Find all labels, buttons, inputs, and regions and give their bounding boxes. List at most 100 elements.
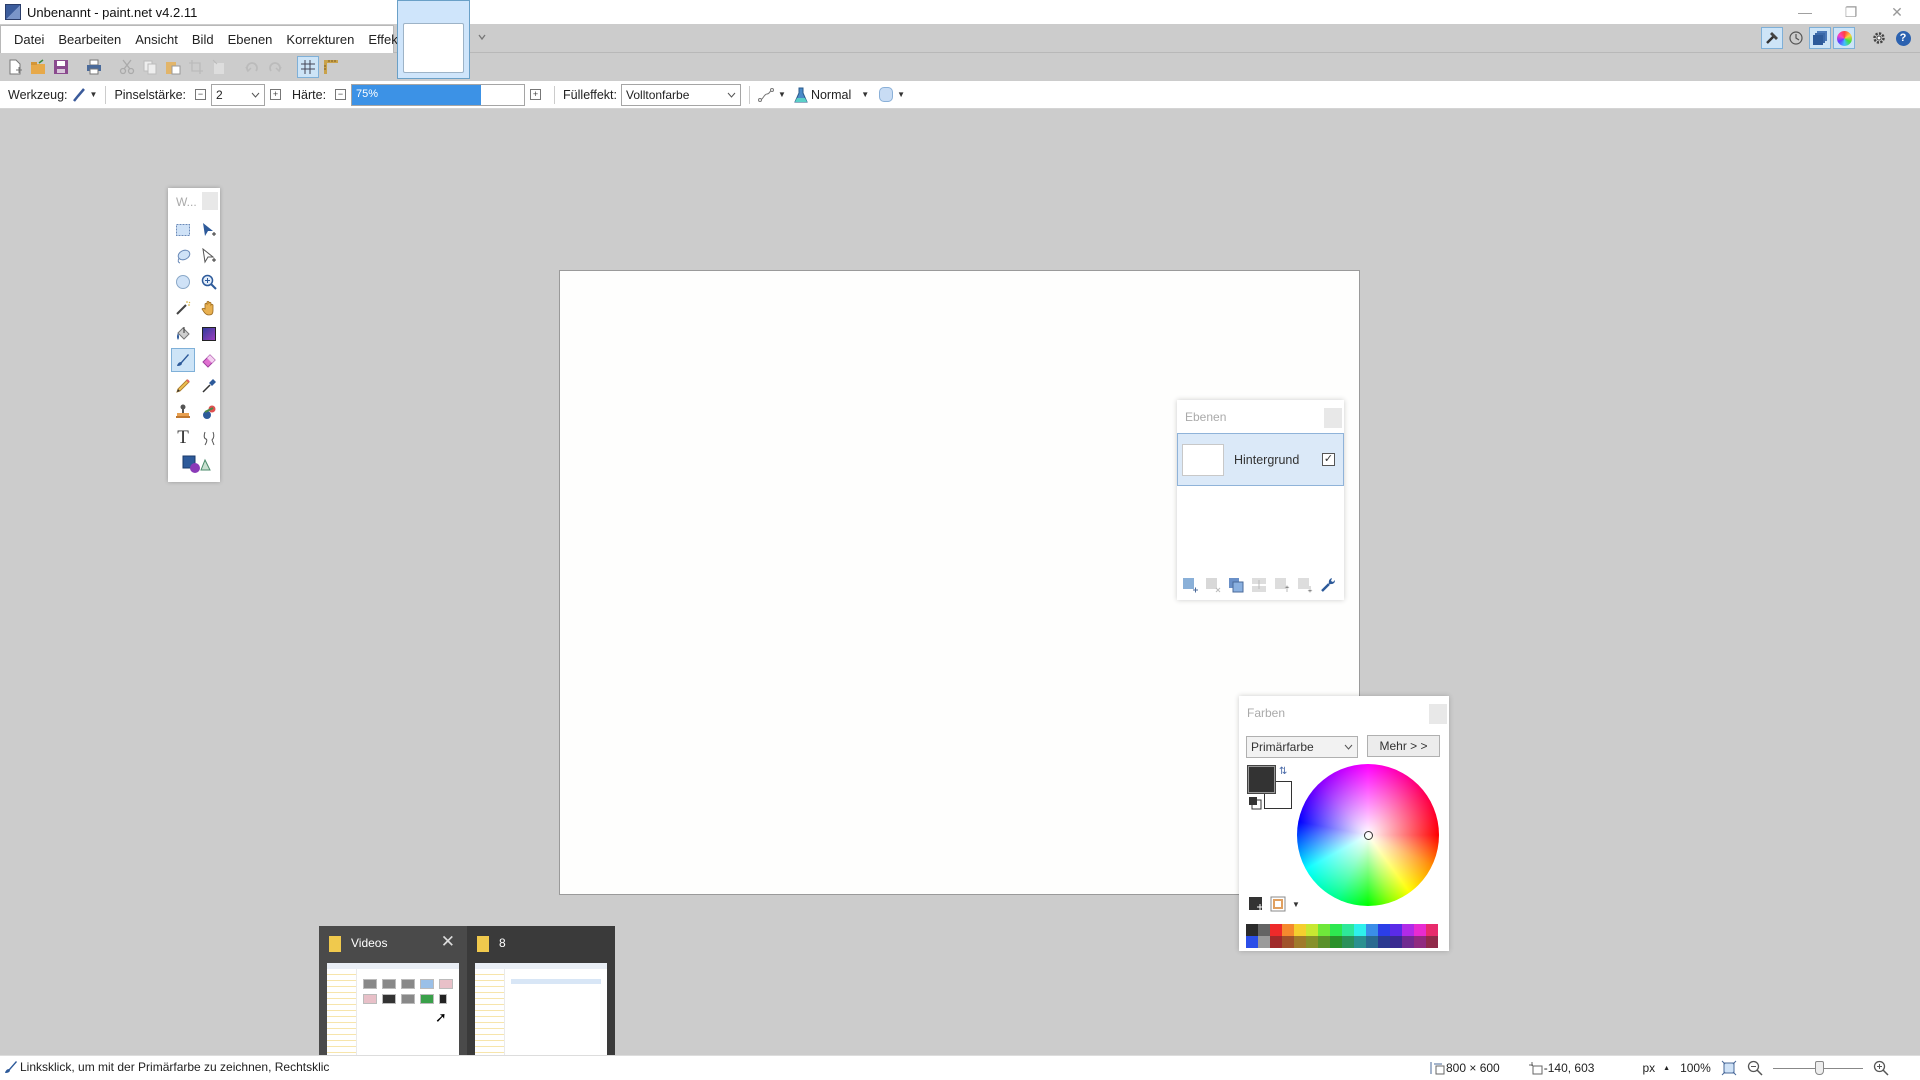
palette-swatch[interactable]	[1246, 936, 1258, 948]
palette-swatch[interactable]	[1294, 936, 1306, 948]
minimize-button[interactable]: —	[1782, 0, 1828, 24]
image-tab-thumbnail[interactable]	[397, 0, 470, 79]
palette-menu-icon[interactable]	[1270, 896, 1286, 912]
palette-swatch[interactable]	[1318, 924, 1330, 936]
move-layer-down-icon[interactable]	[1295, 575, 1314, 594]
brush-width-select[interactable]: 2	[211, 83, 265, 106]
alpha-blending-selector[interactable]: ▼	[879, 87, 905, 102]
text-tool-icon[interactable]: T	[171, 426, 195, 450]
redo-icon[interactable]	[264, 56, 286, 78]
layer-visibility-checkbox[interactable]: ✓	[1322, 453, 1335, 466]
tools-window-icon[interactable]	[1761, 27, 1783, 49]
magic-wand-icon[interactable]	[171, 296, 195, 320]
chevron-down-icon[interactable]: ▼	[1292, 900, 1300, 909]
save-icon[interactable]	[50, 56, 72, 78]
palette-swatch[interactable]	[1318, 936, 1330, 948]
ellipse-select-icon[interactable]	[171, 270, 195, 294]
menu-ebenen[interactable]: Ebenen	[221, 32, 280, 47]
menu-korrekturen[interactable]: Korrekturen	[279, 32, 361, 47]
palette-swatch[interactable]	[1414, 924, 1426, 936]
palette-swatch[interactable]	[1306, 924, 1318, 936]
move-selected-pixels-icon[interactable]	[197, 218, 221, 242]
close-button[interactable]: ✕	[1874, 0, 1920, 24]
menu-ansicht[interactable]: Ansicht	[128, 32, 185, 47]
fill-select[interactable]: Volltonfarbe	[621, 83, 742, 106]
delete-layer-icon[interactable]	[1203, 575, 1222, 594]
antialiasing-selector[interactable]: ▼	[758, 87, 786, 102]
move-selection-icon[interactable]	[197, 244, 221, 268]
pan-tool-icon[interactable]	[197, 296, 221, 320]
lasso-select-icon[interactable]	[171, 244, 195, 268]
palette-swatch[interactable]	[1342, 924, 1354, 936]
palette-swatch[interactable]	[1378, 924, 1390, 936]
add-layer-icon[interactable]	[1180, 575, 1199, 594]
paste-icon[interactable]	[162, 56, 184, 78]
palette-swatch[interactable]	[1306, 936, 1318, 948]
palette-swatch[interactable]	[1390, 936, 1402, 948]
close-preview-icon[interactable]: ✕	[441, 932, 455, 952]
gradient-tool-icon[interactable]	[197, 322, 221, 346]
decrease-hardness-button[interactable]: −	[335, 89, 347, 100]
zoom-out-icon[interactable]	[1747, 1060, 1763, 1076]
palette-swatch[interactable]	[1366, 924, 1378, 936]
blend-mode-selector[interactable]: Normal ▼	[794, 87, 869, 103]
layers-window-icon[interactable]	[1809, 27, 1831, 49]
zoom-to-window-icon[interactable]	[1721, 1060, 1737, 1076]
layers-window-close-button[interactable]	[1324, 408, 1342, 428]
pencil-icon[interactable]	[171, 374, 195, 398]
restore-button[interactable]: ❐	[1828, 0, 1874, 24]
zoom-in-icon[interactable]	[1873, 1060, 1889, 1076]
palette-swatch[interactable]	[1342, 936, 1354, 948]
palette-swatch[interactable]	[1246, 924, 1258, 936]
duplicate-layer-icon[interactable]	[1226, 575, 1245, 594]
menu-bearbeiten[interactable]: Bearbeiten	[51, 32, 128, 47]
merge-layer-down-icon[interactable]	[1249, 575, 1268, 594]
palette-swatch[interactable]	[1354, 924, 1366, 936]
crop-icon[interactable]	[185, 56, 207, 78]
zoom-slider[interactable]	[1772, 1060, 1863, 1075]
color-picker-icon[interactable]	[197, 374, 221, 398]
palette-swatch[interactable]	[1414, 936, 1426, 948]
move-layer-up-icon[interactable]	[1272, 575, 1291, 594]
color-wheel-marker[interactable]	[1364, 831, 1373, 840]
palette-swatch[interactable]	[1282, 936, 1294, 948]
palette-swatch[interactable]	[1258, 936, 1270, 948]
copy-icon[interactable]	[139, 56, 161, 78]
palette-swatch[interactable]	[1270, 924, 1282, 936]
palette-swatch[interactable]	[1330, 936, 1342, 948]
swap-colors-icon[interactable]: ⇅	[1279, 766, 1287, 777]
paint-bucket-icon[interactable]	[171, 322, 195, 346]
paintbrush-tool-selector-icon[interactable]: ▼	[72, 87, 97, 102]
settings-icon[interactable]	[1868, 27, 1890, 49]
palette-swatch[interactable]	[1378, 936, 1390, 948]
increase-brush-width-button[interactable]: +	[270, 89, 281, 100]
decrease-brush-width-button[interactable]: −	[195, 89, 206, 100]
paintbrush-tool-icon[interactable]	[171, 348, 195, 372]
units-selector[interactable]: px ▲	[1642, 1061, 1670, 1075]
undo-icon[interactable]	[241, 56, 263, 78]
deselect-icon[interactable]	[208, 56, 230, 78]
history-icon[interactable]	[1785, 27, 1807, 49]
palette-swatch[interactable]	[1390, 924, 1402, 936]
palette-swatch[interactable]	[1330, 924, 1342, 936]
rectangle-select-icon[interactable]	[171, 218, 195, 242]
menu-datei[interactable]: Datei	[7, 32, 51, 47]
color-mode-select[interactable]: Primärfarbe	[1246, 736, 1358, 758]
cut-icon[interactable]	[116, 56, 138, 78]
primary-color-swatch[interactable]	[1248, 766, 1275, 793]
more-button[interactable]: Mehr > >	[1367, 735, 1440, 757]
palette-swatch[interactable]	[1402, 924, 1414, 936]
shapes-tool-icon[interactable]	[171, 452, 219, 476]
layer-item[interactable]: Hintergrund ✓	[1177, 433, 1344, 486]
colors-window-icon[interactable]	[1833, 27, 1855, 49]
hardness-slider[interactable]: 75%	[351, 83, 526, 106]
reset-colors-icon[interactable]	[1248, 796, 1262, 810]
palette-swatch[interactable]	[1270, 936, 1282, 948]
open-icon[interactable]	[27, 56, 49, 78]
palette-swatch[interactable]	[1402, 936, 1414, 948]
zoom-slider-thumb[interactable]	[1814, 1060, 1824, 1075]
menu-bild[interactable]: Bild	[185, 32, 221, 47]
new-icon[interactable]	[4, 56, 26, 78]
image-list-dropdown-icon[interactable]	[477, 32, 487, 42]
colors-window-close-button[interactable]	[1429, 704, 1447, 724]
